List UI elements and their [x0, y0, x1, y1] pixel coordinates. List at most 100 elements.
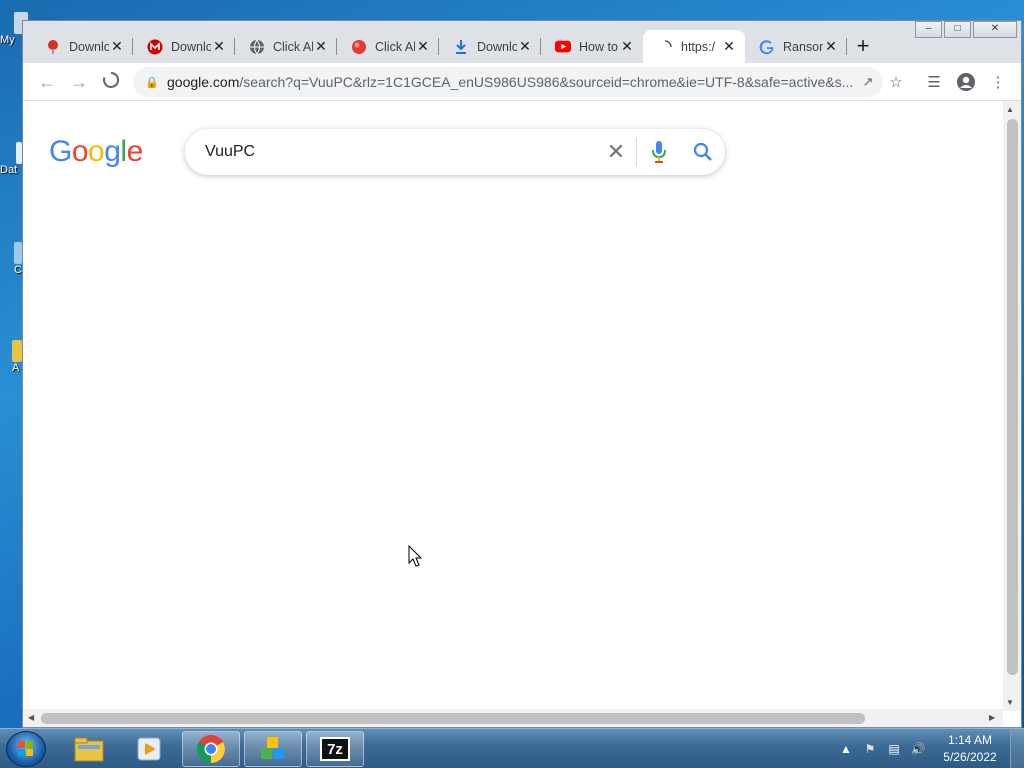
- vertical-scrollbar[interactable]: ▲ ▼: [1003, 101, 1021, 711]
- media-control-icon[interactable]: ☰: [923, 72, 945, 94]
- close-tab-icon[interactable]: ✕: [415, 38, 431, 55]
- scroll-right-icon[interactable]: ▶: [989, 713, 995, 722]
- loading-spinner-icon: [103, 71, 120, 88]
- network-icon[interactable]: ▤: [882, 742, 906, 756]
- profile-avatar-icon[interactable]: [955, 72, 977, 94]
- browser-window: Download✕Download✕Click Al✕Click Al✕Down…: [22, 20, 1022, 728]
- show-desktop-button[interactable]: [1010, 729, 1024, 768]
- tab-4[interactable]: Click Al ✕: [337, 30, 439, 63]
- logo-letter: g: [104, 135, 121, 168]
- tab-1[interactable]: Download✕: [31, 30, 133, 63]
- folder-icon: [12, 340, 22, 362]
- close-tab-icon[interactable]: ✕: [517, 38, 533, 55]
- tab-title: Download: [477, 39, 517, 54]
- taskbar-explorer[interactable]: [60, 731, 118, 767]
- close-window-button[interactable]: ✕: [973, 21, 1017, 38]
- tab-5[interactable]: Download✕: [439, 30, 541, 63]
- tab-title: Click Al: [375, 39, 415, 54]
- clock-date: 5/26/2022: [943, 750, 997, 764]
- taskbar-chrome[interactable]: [182, 731, 240, 767]
- back-button[interactable]: ←: [35, 71, 59, 95]
- taskbar-media-player[interactable]: [120, 731, 178, 767]
- stop-loading-button[interactable]: [99, 71, 123, 95]
- tab-title: Ransom: [783, 39, 823, 54]
- media-player-icon: [137, 737, 161, 761]
- window-controls: – □ ✕: [913, 21, 1017, 38]
- close-tab-icon[interactable]: ✕: [823, 38, 839, 55]
- app-icon: [14, 242, 22, 264]
- google-g-icon: [759, 39, 775, 55]
- scroll-left-icon[interactable]: ◀: [28, 713, 34, 722]
- close-tab-icon[interactable]: ✕: [313, 38, 329, 55]
- download-icon: [453, 39, 469, 55]
- maximize-button[interactable]: □: [944, 21, 971, 38]
- desktop-icon-label: A: [12, 362, 20, 374]
- tray-expand-icon[interactable]: ▲: [834, 742, 858, 756]
- pin-icon: [45, 39, 61, 55]
- close-tab-icon[interactable]: ✕: [211, 38, 227, 55]
- desktop-icon-label: Dat: [0, 164, 18, 176]
- red-circle-icon: [351, 39, 367, 55]
- 7zip-icon: 7z: [320, 737, 350, 761]
- tab-2[interactable]: Download✕: [133, 30, 235, 63]
- logo-letter: G: [49, 135, 72, 168]
- taskbar: 7z ▲ ⚑ ▤ 🔊 1:14 AM 5/26/2022: [0, 728, 1024, 768]
- tab-6[interactable]: How to ✕: [541, 30, 643, 63]
- tab-3[interactable]: Click Al ✕: [235, 30, 337, 63]
- logo-letter: o: [88, 135, 105, 168]
- desktop-icon-data[interactable]: Dat: [0, 142, 24, 176]
- desktop-icon-label: My: [0, 34, 15, 46]
- close-tab-icon[interactable]: ✕: [109, 38, 125, 55]
- page-content: Google VuuPC ✕: [23, 101, 1003, 711]
- taskbar-7zip[interactable]: 7z: [306, 731, 364, 767]
- package-icon: [261, 737, 284, 759]
- windows-logo-icon: [18, 741, 33, 756]
- menu-kebab-icon[interactable]: ⋮: [987, 72, 1009, 94]
- action-center-flag-icon[interactable]: ⚑: [858, 742, 882, 756]
- browser-toolbar: ← → 🔒 google.com/search?q=VuuPC&rlz=1C1G…: [23, 63, 1021, 101]
- horizontal-scrollbar[interactable]: ◀ ▶: [23, 709, 1003, 727]
- horizontal-scroll-thumb[interactable]: [41, 713, 865, 724]
- google-logo[interactable]: Google: [49, 135, 143, 169]
- start-button[interactable]: [6, 731, 46, 767]
- tab-7[interactable]: https:/ ✕: [643, 30, 745, 63]
- share-icon[interactable]: ↗: [853, 74, 883, 90]
- taskbar-package-app[interactable]: [244, 731, 302, 767]
- minimize-button[interactable]: –: [915, 21, 942, 38]
- globe-icon: [249, 39, 265, 55]
- tab-8[interactable]: Ransom✕: [745, 30, 847, 63]
- tab-strip: Download✕Download✕Click Al✕Click Al✕Down…: [31, 30, 847, 63]
- tab-title: https:/: [681, 39, 716, 54]
- clock[interactable]: 1:14 AM 5/26/2022: [930, 732, 1010, 766]
- youtube-icon: [555, 39, 571, 55]
- search-box[interactable]: VuuPC ✕: [185, 129, 725, 175]
- vertical-scroll-thumb[interactable]: [1007, 119, 1018, 675]
- clear-search-icon[interactable]: ✕: [596, 139, 636, 165]
- search-icon[interactable]: [681, 142, 725, 162]
- tab-title: Download: [171, 39, 211, 54]
- volume-icon[interactable]: 🔊: [906, 742, 930, 756]
- lock-icon: 🔒: [145, 76, 159, 89]
- voice-search-icon[interactable]: [637, 140, 681, 164]
- loading-icon: [657, 39, 673, 55]
- scroll-up-icon[interactable]: ▲: [1006, 105, 1014, 114]
- url-text[interactable]: google.com/search?q=VuuPC&rlz=1C1GCEA_en…: [167, 74, 853, 90]
- chrome-icon: [197, 735, 225, 763]
- scroll-down-icon[interactable]: ▼: [1006, 698, 1014, 707]
- search-input[interactable]: VuuPC: [205, 143, 596, 161]
- close-tab-icon[interactable]: ✕: [619, 38, 635, 55]
- system-tray: ▲ ⚑ ▤ 🔊 1:14 AM 5/26/2022: [834, 729, 1024, 768]
- desktop-icon-computer[interactable]: My: [0, 12, 28, 46]
- logo-letter: o: [71, 135, 89, 168]
- close-tab-icon[interactable]: ✕: [721, 38, 737, 55]
- tab-title: How to: [579, 39, 618, 54]
- mouse-cursor-icon: [408, 545, 423, 567]
- address-bar[interactable]: 🔒 google.com/search?q=VuuPC&rlz=1C1GCEA_…: [133, 67, 883, 97]
- url-host: google.com: [167, 74, 240, 90]
- new-tab-button[interactable]: +: [849, 33, 877, 61]
- m-logo-icon: [147, 39, 163, 55]
- tab-title: Click Al: [273, 39, 313, 54]
- bookmark-star-icon[interactable]: ☆: [885, 72, 907, 94]
- forward-button[interactable]: →: [67, 71, 91, 95]
- title-bar: Download✕Download✕Click Al✕Click Al✕Down…: [23, 21, 1021, 63]
